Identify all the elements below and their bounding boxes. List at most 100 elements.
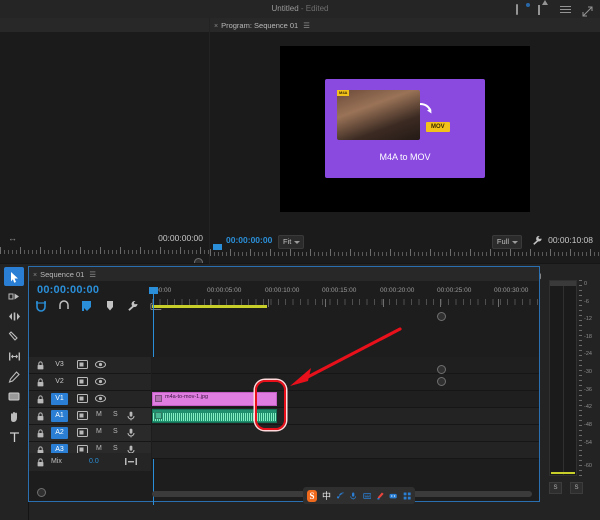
marker-icon[interactable]: [81, 300, 93, 312]
audio-clip[interactable]: [152, 409, 277, 423]
track-name-v2[interactable]: V2: [51, 376, 68, 388]
work-area-bar[interactable]: [152, 305, 267, 308]
eye-icon[interactable]: [95, 377, 106, 386]
share-icon[interactable]: [538, 4, 550, 17]
slip-tool[interactable]: [4, 347, 24, 366]
source-monitor-panel: ↔ 00:00:00:00 +: [0, 18, 209, 286]
target-track-icon[interactable]: [77, 394, 88, 403]
lock-icon[interactable]: [37, 395, 44, 404]
solo-button-a1[interactable]: S: [113, 411, 118, 418]
keyboard-icon[interactable]: [362, 491, 371, 501]
keyframe-nav-icon[interactable]: [125, 457, 137, 466]
ripple-edit-tool[interactable]: [4, 307, 24, 326]
meter-solo-right[interactable]: S: [570, 482, 583, 494]
voice-icon[interactable]: [336, 491, 344, 501]
timeline-lane-v3[interactable]: [152, 357, 539, 374]
panel-menu-icon[interactable]: ☰: [303, 21, 310, 30]
track-header-v1[interactable]: V1: [29, 391, 151, 408]
eye-icon[interactable]: [95, 360, 106, 369]
mute-button-a3[interactable]: M: [96, 445, 102, 452]
timeline-zoom-knob-bottom[interactable]: [37, 488, 46, 497]
timeline-lane-v2[interactable]: [152, 374, 539, 391]
timeline-lane-a3[interactable]: [152, 442, 539, 459]
track-name-a1[interactable]: A1: [51, 410, 68, 422]
meter-tick-6: -6: [584, 298, 589, 305]
hand-tool[interactable]: [4, 407, 24, 426]
track-name-v1[interactable]: V1: [51, 393, 68, 405]
timeline-tracks-area[interactable]: m4a-to-mov-1.jpg: [152, 357, 539, 459]
source-fit-icon[interactable]: ↔: [8, 233, 17, 243]
settings-wrench-icon[interactable]: [532, 235, 543, 246]
track-header-a2[interactable]: A2 M S: [29, 425, 151, 442]
track-header-v3[interactable]: V3: [29, 357, 151, 374]
selection-tool[interactable]: [4, 267, 24, 286]
razor-tool[interactable]: [4, 327, 24, 346]
mic-icon[interactable]: [349, 491, 357, 501]
type-tool[interactable]: [4, 427, 24, 446]
tab-sequence-01[interactable]: × Sequence 01 ☰: [33, 270, 96, 279]
audio-waveform: [153, 412, 276, 422]
timeline-lane-a2[interactable]: [152, 425, 539, 442]
solo-button-a2[interactable]: S: [113, 428, 118, 435]
lock-icon[interactable]: [37, 429, 44, 438]
timeline-tab-close-icon[interactable]: ×: [33, 272, 37, 279]
tab-program-sequence-01[interactable]: × Program: Sequence 01 ☰: [214, 21, 310, 30]
target-track-icon[interactable]: [77, 377, 88, 386]
timeline-timecode[interactable]: 00:00:00:00: [37, 284, 99, 296]
track-name-a2[interactable]: A2: [51, 427, 68, 439]
snap-icon[interactable]: [35, 300, 47, 312]
meter-solo-left[interactable]: S: [549, 482, 562, 494]
emoji-icon[interactable]: [389, 491, 398, 501]
resolution-dropdown[interactable]: Full: [491, 235, 522, 249]
timeline-settings-icon[interactable]: [127, 300, 139, 312]
timeline-zoom-knob-top[interactable]: [437, 312, 446, 321]
lock-icon[interactable]: [37, 458, 44, 467]
solo-button-a3[interactable]: S: [113, 445, 118, 452]
lock-icon[interactable]: [37, 378, 44, 387]
sogou-logo-icon[interactable]: S: [307, 489, 317, 502]
master-mix-row[interactable]: Mix 0.0: [29, 453, 151, 471]
eye-icon[interactable]: [95, 394, 106, 403]
mute-button-a1[interactable]: M: [96, 411, 102, 418]
screen-icon[interactable]: [516, 3, 528, 17]
track-headers: V3 V2 V1 A1 M S A2 M S A3 M S: [29, 357, 151, 459]
timeline-lane-v1[interactable]: m4a-to-mov-1.jpg: [152, 391, 539, 408]
target-track-icon[interactable]: [77, 360, 88, 369]
track-header-v2[interactable]: V2: [29, 374, 151, 391]
audio-meter-bars[interactable]: [549, 280, 577, 476]
title-bar-icons: [516, 3, 594, 18]
track-header-a1[interactable]: A1 M S: [29, 408, 151, 425]
track-select-forward-tool[interactable]: [4, 287, 24, 306]
track-name-v3[interactable]: V3: [51, 359, 68, 371]
target-track-icon[interactable]: [77, 428, 88, 437]
source-ruler[interactable]: [0, 246, 209, 256]
meter-clip-indicator[interactable]: [550, 281, 576, 286]
timeline-lane-a1[interactable]: [152, 408, 539, 425]
tab-close-icon[interactable]: ×: [214, 23, 218, 30]
source-timecode[interactable]: 00:00:00:00: [158, 233, 203, 243]
program-timecode[interactable]: 00:00:00:00: [226, 235, 272, 245]
timeline-panel-menu-icon[interactable]: ☰: [89, 270, 96, 279]
timeline-zoom-knob-mid2[interactable]: [437, 377, 446, 386]
zoom-level-dropdown[interactable]: Fit: [278, 235, 305, 249]
lock-icon[interactable]: [37, 412, 44, 421]
list-icon[interactable]: [560, 6, 572, 18]
add-marker-icon[interactable]: [104, 300, 116, 312]
mic-icon[interactable]: [127, 428, 135, 438]
pen-tool[interactable]: [4, 367, 24, 386]
target-track-icon[interactable]: [77, 411, 88, 420]
video-clip[interactable]: m4a-to-mov-1.jpg: [152, 392, 277, 406]
timeline-zoom-knob-mid[interactable]: [437, 365, 446, 374]
rectangle-tool[interactable]: [4, 387, 24, 406]
premiere-pro-window: Untitled - Edited ↔ 00:00:00:00 × Progra…: [0, 0, 600, 520]
mix-value[interactable]: 0.0: [89, 458, 99, 465]
mic-icon[interactable]: [127, 411, 135, 421]
program-ruler[interactable]: [210, 248, 600, 258]
skin-icon[interactable]: [376, 491, 384, 501]
expand-icon[interactable]: [582, 6, 594, 18]
apps-icon[interactable]: [403, 491, 411, 501]
mute-button-a2[interactable]: M: [96, 428, 102, 435]
linked-selection-icon[interactable]: [58, 300, 70, 312]
ime-mode-toggle[interactable]: 中: [322, 489, 331, 502]
lock-icon[interactable]: [37, 361, 44, 370]
